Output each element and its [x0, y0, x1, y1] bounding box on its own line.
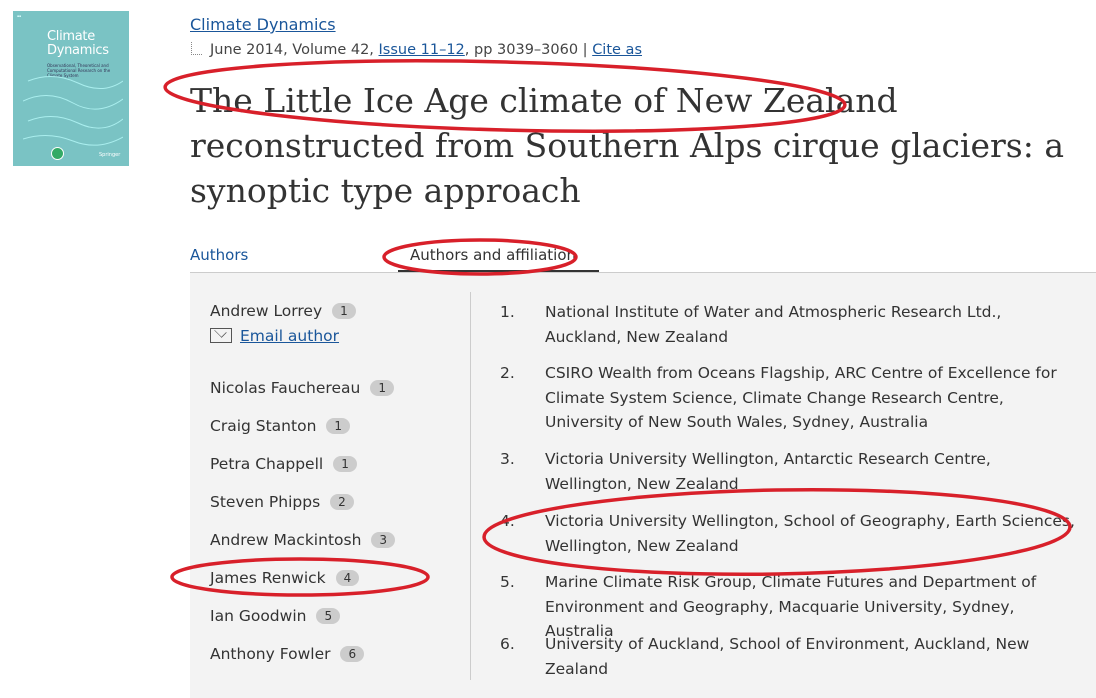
affiliation-number: 4.: [500, 512, 515, 530]
affiliation-badge: 1: [332, 303, 356, 319]
author-name[interactable]: Andrew Lorrey: [210, 302, 322, 320]
cover-map-lines: [23, 76, 123, 146]
affiliation-item: 4. Victoria University Wellington, School…: [500, 509, 1075, 558]
affiliation-badge: 1: [370, 380, 394, 396]
author-name[interactable]: Nicolas Fauchereau: [210, 379, 360, 397]
affiliation-badge: 1: [326, 418, 351, 434]
cover-title-line1: Climate: [47, 29, 95, 44]
affiliation-badge: 4: [335, 570, 360, 586]
cover-emblem-icon: [51, 147, 64, 160]
tree-corner-icon: [191, 42, 202, 55]
email-author-link[interactable]: Email author: [240, 327, 339, 345]
author-name[interactable]: James Renwick: [210, 569, 326, 587]
publication-meta: June 2014, Volume 42, Issue 11–12, pp 30…: [191, 42, 642, 58]
author-name[interactable]: Anthony Fowler: [210, 645, 330, 663]
author-name[interactable]: Petra Chappell: [210, 455, 323, 473]
affiliation-number: 3.: [500, 450, 515, 468]
author-name[interactable]: Craig Stanton: [210, 417, 316, 435]
author-item[interactable]: Nicolas Fauchereau 1: [210, 379, 394, 397]
author-name[interactable]: Steven Phipps: [210, 493, 320, 511]
affiliation-number: 6.: [500, 635, 515, 653]
author-item[interactable]: Petra Chappell 1: [210, 455, 357, 473]
affiliation-item: 3. Victoria University Wellington, Antarc…: [500, 447, 1075, 496]
affiliation-badge: 5: [316, 608, 341, 624]
author-name[interactable]: Ian Goodwin: [210, 607, 306, 625]
affiliation-item: 1. National Institute of Water and Atmosp…: [500, 300, 1075, 349]
affiliation-number: 5.: [500, 573, 515, 591]
author-item[interactable]: James Renwick 4: [210, 569, 360, 587]
affiliation-text: CSIRO Wealth from Oceans Flagship, ARC C…: [545, 364, 1057, 431]
affiliation-badge: 6: [340, 646, 365, 662]
tab-authors-and-affiliations[interactable]: Authors and affiliation: [410, 246, 576, 264]
journal-cover-image[interactable]: ▪▪ Climate Dynamics Observational, Theor…: [13, 11, 129, 166]
affiliation-item: 6. University of Auckland, School of Envi…: [500, 632, 1075, 681]
affiliation-text: National Institute of Water and Atmosphe…: [545, 303, 1002, 346]
affiliation-badge: 1: [333, 456, 357, 472]
article-title: The Little Ice Age climate of New Zealan…: [190, 81, 1065, 210]
panel-divider: [470, 292, 471, 680]
email-author[interactable]: Email author: [210, 327, 339, 345]
affiliation-badge: 3: [371, 532, 396, 548]
author-name[interactable]: Andrew Mackintosh: [210, 531, 361, 549]
author-item[interactable]: Andrew Mackintosh 3: [210, 531, 396, 549]
author-item[interactable]: Anthony Fowler 6: [210, 645, 365, 663]
affiliation-text: University of Auckland, School of Enviro…: [545, 635, 1030, 678]
tab-authors[interactable]: Authors: [190, 246, 248, 264]
cover-masthead: ▪▪: [17, 14, 22, 18]
author-item[interactable]: Steven Phipps 2: [210, 493, 354, 511]
affiliation-text: Victoria University Wellington, School o…: [545, 512, 1075, 555]
issue-link[interactable]: Issue 11–12: [379, 42, 465, 58]
meta-pages: , pp 3039–3060 |: [464, 42, 593, 58]
cite-as-link[interactable]: Cite as: [592, 42, 642, 58]
author-item[interactable]: Andrew Lorrey 1: [210, 302, 356, 320]
affiliation-number: 1.: [500, 303, 515, 321]
affiliation-item: 2. CSIRO Wealth from Oceans Flagship, ARC…: [500, 361, 1075, 435]
meta-date-volume: June 2014, Volume 42,: [210, 42, 379, 58]
affiliation-text: Victoria University Wellington, Antarcti…: [545, 450, 991, 493]
affiliation-badge: 2: [330, 494, 354, 510]
author-item[interactable]: Craig Stanton 1: [210, 417, 351, 435]
affiliation-number: 2.: [500, 364, 515, 382]
author-item[interactable]: Ian Goodwin 5: [210, 607, 341, 625]
cover-publisher-logo: Springer: [99, 152, 121, 158]
envelope-icon: [210, 328, 232, 343]
cover-title-line2: Dynamics: [47, 43, 109, 58]
journal-link[interactable]: Climate Dynamics: [190, 15, 336, 34]
